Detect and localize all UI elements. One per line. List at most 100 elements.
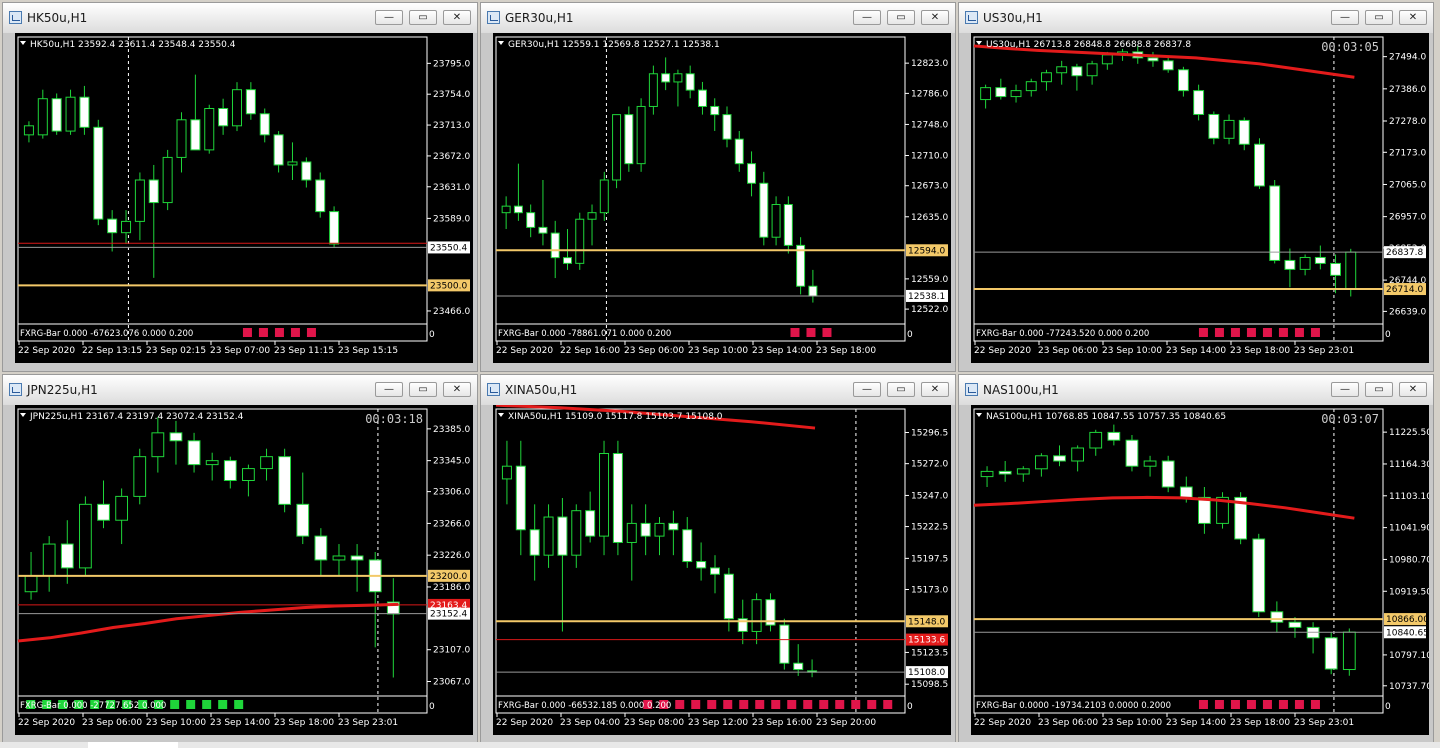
x-tick-label: 23 Sep 06:00	[1038, 718, 1098, 728]
window-titlebar[interactable]: HK50u,H1 — ▭ ✕	[3, 3, 477, 33]
candle	[368, 552, 382, 648]
y-tick-label: 12522.0	[911, 305, 948, 315]
candle	[287, 142, 298, 180]
candle	[1035, 453, 1048, 477]
price-chart[interactable]: 12823.0 12786.0 12748.0 12710.0 12673.0 12635…	[493, 33, 951, 363]
minimize-button[interactable]: —	[853, 10, 881, 25]
minimize-button[interactable]: —	[1331, 382, 1359, 397]
candle	[526, 204, 536, 238]
window-title: US30u,H1	[983, 11, 1043, 25]
indicator-marker	[1214, 328, 1224, 337]
y-tick-label: 23345.0	[433, 457, 470, 467]
x-tick-label: 23 Sep 06:00	[82, 718, 142, 728]
close-button[interactable]: ✕	[443, 382, 471, 397]
candle	[187, 432, 201, 473]
candle	[1288, 617, 1302, 638]
candle	[1270, 601, 1284, 633]
y-tick-label: 23266.0	[433, 519, 470, 529]
bar-countdown-timer: 00:03:07	[1321, 412, 1379, 426]
chart-window-icon	[9, 383, 22, 396]
restore-button[interactable]: ▭	[1365, 10, 1393, 25]
candle	[612, 440, 623, 556]
candle	[1234, 492, 1248, 545]
indicator-marker	[851, 700, 861, 709]
chart-window-nas100[interactable]: NAS100u,H1 — ▭ ✕ 11225.50 11164.30 11103.10 110…	[958, 374, 1434, 744]
minimize-button[interactable]: —	[375, 10, 403, 25]
restore-button[interactable]: ▭	[887, 10, 915, 25]
indicator-marker	[170, 700, 180, 709]
candle	[980, 84, 992, 109]
close-button[interactable]: ✕	[921, 10, 949, 25]
minimize-button[interactable]: —	[853, 382, 881, 397]
candle	[93, 119, 104, 226]
price-chart[interactable]: 23795.0 23754.0 23713.0 23672.0 23631.0 23589…	[15, 33, 473, 363]
chart-svg: 27494.0 27386.0 27278.0 27173.0 27065.0 26957…	[973, 36, 1426, 356]
candle	[1086, 60, 1098, 85]
indicator-marker	[234, 700, 244, 709]
candle	[121, 210, 132, 244]
y-tick-label: 15173.0	[911, 585, 948, 595]
indicator-marker	[242, 328, 252, 337]
window-titlebar[interactable]: GER30u,H1 — ▭ ✕	[481, 3, 955, 33]
candle	[1306, 622, 1320, 654]
close-button[interactable]: ✕	[443, 10, 471, 25]
y-tick-label: 23713.0	[433, 121, 470, 131]
dropdown-arrow-icon[interactable]	[498, 41, 504, 45]
candle	[612, 114, 622, 189]
indicator-label: FXRG-Bar 0.0000 -19734.2103 0.0000 0.200…	[976, 701, 1171, 711]
y-tick-label: 23067.0	[433, 677, 470, 687]
window-titlebar[interactable]: US30u,H1 — ▭ ✕	[959, 3, 1433, 33]
restore-button[interactable]: ▭	[1365, 382, 1393, 397]
dropdown-arrow-icon[interactable]	[976, 413, 982, 417]
candle	[259, 108, 270, 143]
chart-window-hk50[interactable]: HK50u,H1— ▭ ✕ 23795.0 23754.0 23713.0 23672.0 2…	[2, 2, 478, 372]
candle	[1056, 60, 1068, 85]
y-tick-label: 15123.5	[911, 648, 948, 658]
close-button[interactable]: ✕	[921, 382, 949, 397]
chart-window-xina50[interactable]: XINA50u,H1 — ▭ ✕ 15296.5 15272.0 15247.0 15222.…	[480, 374, 956, 744]
chart-window-ger30[interactable]: GER30u,H1 — ▭ ✕ 12823.0 12786.0 12748.0 12710.0…	[480, 2, 956, 372]
y-tick-label: 11103.10	[1389, 492, 1429, 502]
price-tag-label: 26837.8	[1386, 248, 1423, 258]
ohlc-label: JPN225u,H1 23167.4 23197.4 23072.4 23152…	[29, 412, 244, 422]
window-titlebar[interactable]: NAS100u,H1 — ▭ ✕	[959, 375, 1433, 405]
price-chart[interactable]: 11225.50 11164.30 11103.10 11041.90 10980.70…	[971, 405, 1429, 735]
workspace-tab[interactable]	[88, 742, 178, 748]
indicator-marker	[867, 700, 877, 709]
dropdown-arrow-icon[interactable]	[976, 41, 982, 45]
indicator-level-label: 0	[907, 330, 913, 340]
window-title: JPN225u,H1	[27, 383, 98, 397]
chart-window-jpn225[interactable]: JPN225u,H1 — ▭ ✕ 23385.0 23345.0 23306.0 23266.…	[2, 374, 478, 744]
window-titlebar[interactable]: XINA50u,H1 — ▭ ✕	[481, 375, 955, 405]
restore-button[interactable]: ▭	[409, 10, 437, 25]
chart-window-us30[interactable]: US30u,H1 — ▭ ✕ 27494.0 27386.0 27278.0 27173.0 2…	[958, 2, 1434, 372]
candle	[759, 171, 769, 246]
x-tick-label: 23 Sep 20:00	[816, 718, 876, 728]
x-tick-label: 23 Sep 07:00	[210, 346, 270, 356]
candle	[575, 212, 585, 270]
ohlc-label: US30u,H1 26713.8 26848.8 26688.8 26837.8	[986, 40, 1191, 50]
chart-svg: 23795.0 23754.0 23713.0 23672.0 23631.0 23589…	[17, 36, 470, 356]
status-strip	[0, 742, 1440, 748]
candle	[148, 164, 159, 278]
candle	[1161, 455, 1175, 493]
price-chart[interactable]: 23385.0 23345.0 23306.0 23266.0 23226.0 23186…	[15, 405, 473, 735]
price-chart[interactable]: 15296.5 15272.0 15247.0 15222.5 15197.5 15173…	[493, 405, 951, 735]
dropdown-arrow-icon[interactable]	[20, 41, 26, 45]
window-titlebar[interactable]: JPN225u,H1 — ▭ ✕	[3, 375, 477, 405]
y-tick-label: 23385.0	[433, 425, 470, 435]
restore-button[interactable]: ▭	[409, 382, 437, 397]
minimize-button[interactable]: —	[1331, 10, 1359, 25]
dropdown-arrow-icon[interactable]	[20, 413, 26, 417]
candle	[1089, 429, 1103, 456]
close-button[interactable]: ✕	[1399, 382, 1427, 397]
close-button[interactable]: ✕	[1399, 10, 1427, 25]
price-chart[interactable]: 27494.0 27386.0 27278.0 27173.0 27065.0 26957…	[971, 33, 1429, 363]
restore-button[interactable]: ▭	[887, 382, 915, 397]
x-tick-label: 23 Sep 06:00	[1038, 346, 1098, 356]
dropdown-arrow-icon[interactable]	[498, 413, 504, 417]
candle	[23, 121, 34, 143]
minimize-button[interactable]: —	[375, 382, 403, 397]
indicator-marker	[274, 328, 284, 337]
indicator-marker	[723, 700, 733, 709]
